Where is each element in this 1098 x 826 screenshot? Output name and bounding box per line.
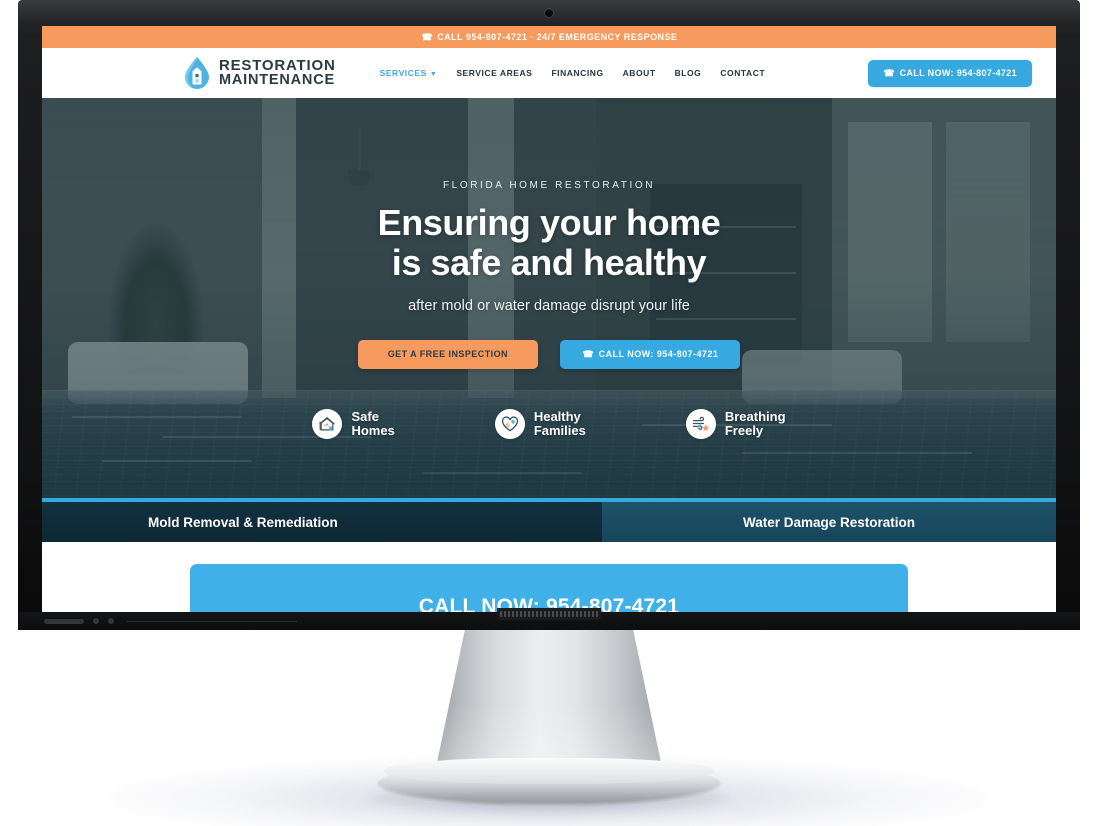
webcam-icon	[545, 9, 553, 17]
screen-viewport: ☎ CALL 954-807-4721 · 24/7 EMERGENCY RES…	[42, 26, 1056, 612]
hero-cta-row: GET A FREE INSPECTION ☎ CALL NOW: 954-80…	[42, 339, 1056, 369]
monitor-stand-neck	[435, 620, 663, 772]
feature-breathing-freely-label: Breathing Freely	[724, 408, 786, 438]
hero-eyebrow: FLORIDA HOME RESTORATION	[442, 180, 656, 191]
nav-item-financing[interactable]: FINANCING	[551, 68, 603, 78]
monitor-stand-base-top	[384, 758, 714, 784]
nav-item-service-areas[interactable]: SERVICE AREAS	[456, 68, 532, 78]
page-call-now-bar[interactable]: CALL NOW: 954-807-4721	[190, 564, 908, 612]
logo-text: RESTORATION MAINTENANCE	[219, 58, 336, 88]
header-call-now-button[interactable]: ☎ CALL NOW: 954-807-4721	[868, 59, 1032, 87]
monitor-mockup: ☎ CALL 954-807-4721 · 24/7 EMERGENCY RES…	[0, 0, 1098, 826]
bezel-line	[127, 620, 297, 622]
hero-headline-line-1: Ensuring your home	[377, 202, 721, 243]
callbar-wrap: CALL NOW: 954-807-4721	[42, 542, 1056, 612]
monitor-body: ☎ CALL 954-807-4721 · 24/7 EMERGENCY RES…	[18, 0, 1080, 630]
logo-line-2: MAINTENANCE	[219, 72, 335, 89]
feature-healthy-families: Healthy Families	[494, 408, 586, 439]
house-sparkle-icon	[312, 408, 343, 439]
heart-family-icon	[494, 408, 525, 439]
hero-call-now-label: CALL NOW: 954-807-4721	[598, 349, 719, 360]
hero-subheadline: after mold or water damage disrupt your …	[408, 297, 690, 314]
phone-icon: ☎	[883, 67, 895, 78]
hero-content: FLORIDA HOME RESTORATION Ensuring your h…	[42, 98, 1056, 439]
bezel-pill	[44, 618, 84, 624]
monitor-connector-port	[497, 608, 601, 620]
hero-section: FLORIDA HOME RESTORATION Ensuring your h…	[42, 98, 1056, 498]
emergency-topbar[interactable]: ☎ CALL 954-807-4721 · 24/7 EMERGENCY RES…	[42, 26, 1056, 48]
nav-item-contact[interactable]: CONTACT	[720, 68, 765, 78]
feature-breathing-freely: Breathing Freely	[685, 408, 786, 439]
nav-item-services[interactable]: SERVICES ▼	[380, 68, 438, 78]
website-page: ☎ CALL 954-807-4721 · 24/7 EMERGENCY RES…	[42, 26, 1056, 612]
emergency-topbar-text: CALL 954-807-4721 · 24/7 EMERGENCY RESPO…	[437, 32, 678, 42]
feature-safe-homes-label: Safe Homes	[351, 408, 395, 438]
get-free-inspection-button[interactable]: GET A FREE INSPECTION	[357, 339, 538, 369]
hero-feature-list: Safe Homes Healthy Families Breathing Fr…	[42, 408, 1056, 439]
feature-healthy-families-label: Healthy Families	[533, 408, 586, 438]
feature-safe-homes: Safe Homes	[312, 408, 395, 439]
phone-icon: ☎	[582, 348, 594, 359]
service-panel-mold-removal[interactable]: Mold Removal & Remediation	[42, 502, 602, 542]
chevron-down-icon: ▼	[429, 71, 438, 78]
nav-item-blog[interactable]: BLOG	[675, 68, 702, 78]
hero-headline-line-2: is safe and healthy	[391, 242, 707, 284]
header-call-now-label: CALL NOW: 954-807-4721	[899, 68, 1017, 78]
nav-item-about[interactable]: ABOUT	[623, 68, 656, 78]
bezel-marks	[44, 618, 297, 624]
hero-call-now-button[interactable]: ☎ CALL NOW: 954-807-4721	[560, 339, 741, 369]
service-panels: Mold Removal & Remediation Water Damage …	[42, 498, 1056, 542]
phone-icon: ☎	[420, 31, 433, 42]
site-header: RESTORATION MAINTENANCE SERVICES ▼ SERVIC…	[42, 48, 1056, 98]
hero-headline: Ensuring your home is safe and healthy	[42, 202, 1056, 284]
service-panel-water-damage[interactable]: Water Damage Restoration	[602, 502, 1056, 542]
main-navigation: SERVICES ▼ SERVICE AREAS FINANCING ABOUT …	[380, 68, 766, 78]
bezel-dot	[108, 618, 114, 624]
logo[interactable]: RESTORATION MAINTENANCE	[182, 56, 336, 90]
wind-leaf-star-icon	[685, 408, 716, 439]
logo-line-1: RESTORATION	[219, 56, 336, 74]
bezel-dot	[93, 618, 99, 624]
water-drop-house-icon	[185, 57, 209, 89]
